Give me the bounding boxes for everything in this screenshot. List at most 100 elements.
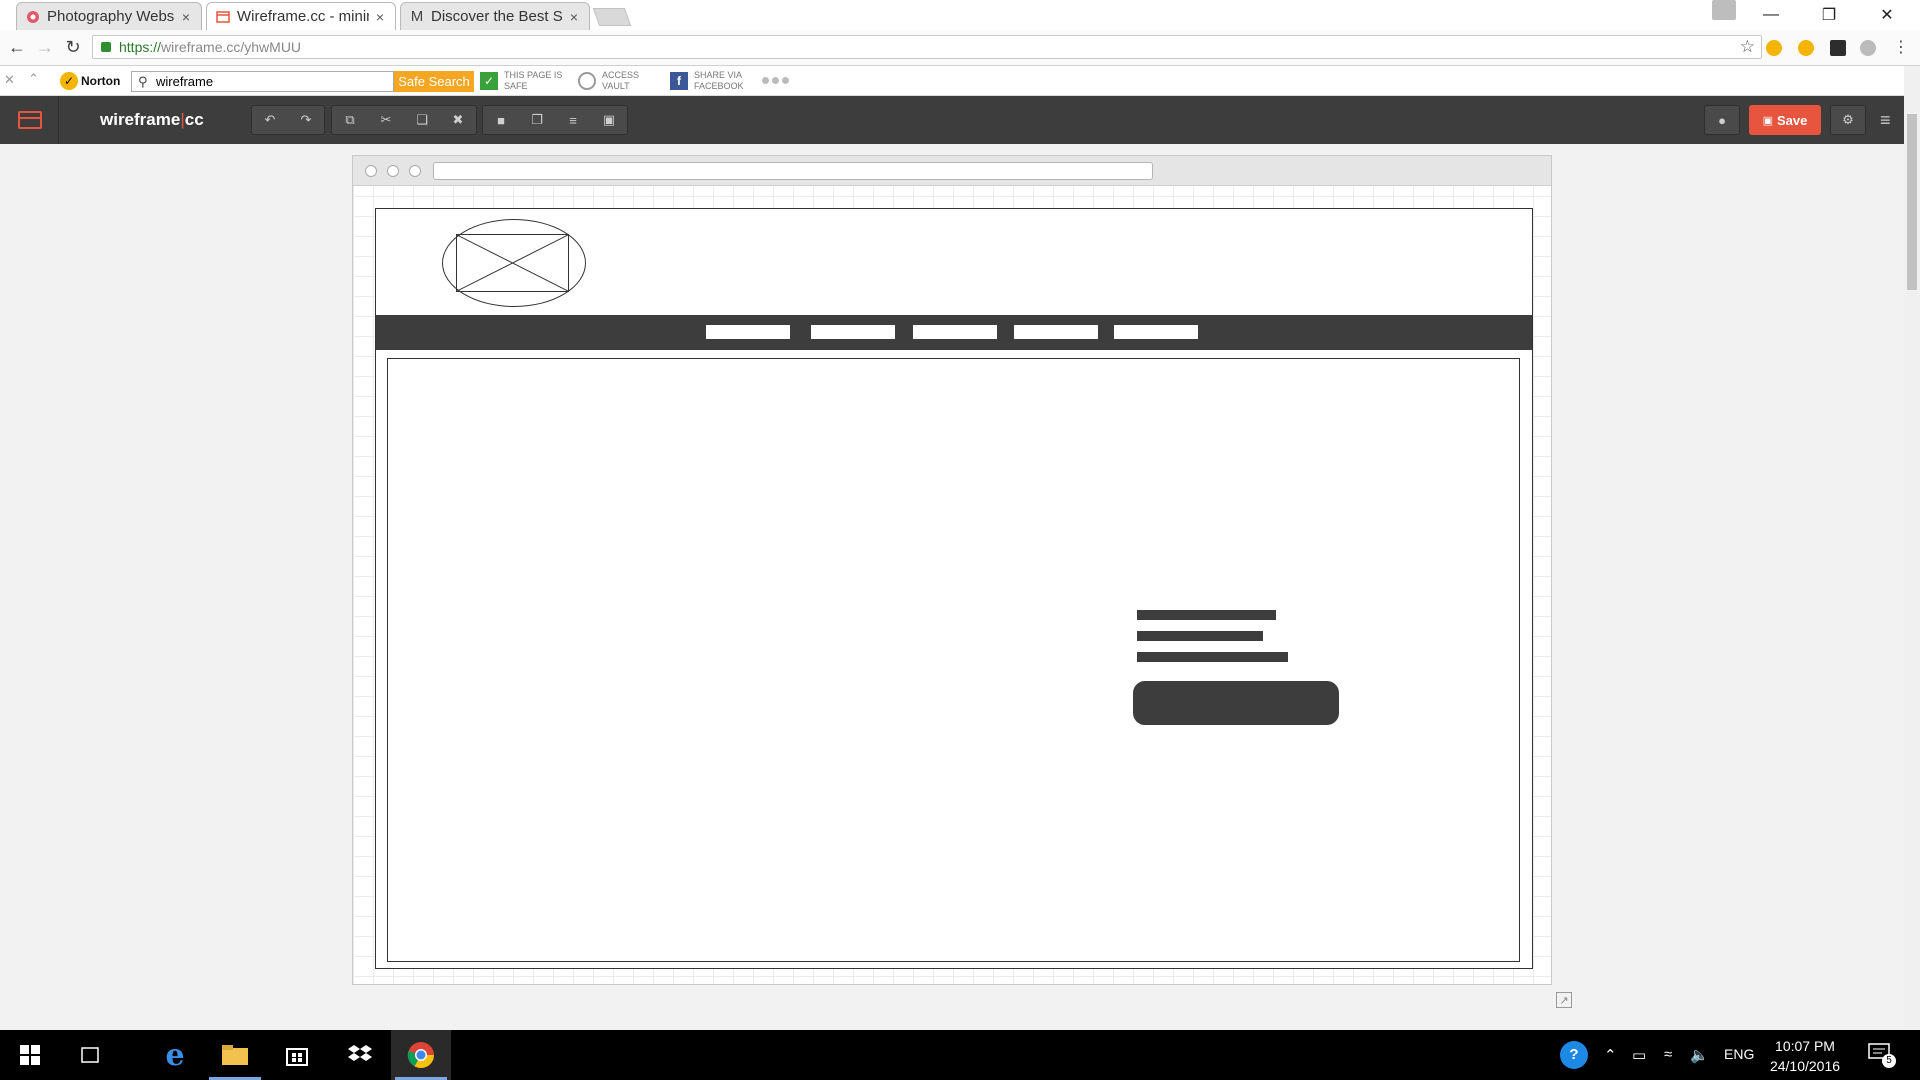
window-dot xyxy=(387,165,399,177)
url-path: wireframe.cc/yhwMUU xyxy=(161,39,302,55)
m-favicon: M xyxy=(410,8,424,25)
norton-check-icon: ✓ xyxy=(60,72,78,90)
close-icon[interactable]: × xyxy=(567,9,581,25)
vertical-scrollbar[interactable] xyxy=(1904,66,1920,1030)
battery-icon[interactable]: ▭ xyxy=(1632,1046,1646,1064)
delete-icon[interactable]: ✖ xyxy=(440,106,476,134)
vault-icon xyxy=(578,72,596,90)
file-explorer-icon[interactable] xyxy=(205,1030,265,1080)
forward-icon[interactable]: → xyxy=(34,36,56,58)
more-options-icon[interactable] xyxy=(762,77,789,84)
frame-url-bar xyxy=(433,162,1153,180)
extension-icon[interactable] xyxy=(1798,40,1814,56)
paste-icon[interactable]: ❏ xyxy=(404,106,440,134)
copy-icon[interactable]: ⧉ xyxy=(332,106,368,134)
frame-titlebar xyxy=(353,156,1551,186)
align-icon[interactable]: ≡ xyxy=(555,106,591,134)
store-icon[interactable] xyxy=(267,1030,327,1080)
tab-discover[interactable]: M Discover the Best Sellers × xyxy=(400,2,590,30)
image-placeholder[interactable] xyxy=(456,234,569,292)
new-tab-button[interactable] xyxy=(592,8,632,26)
language-indicator[interactable]: ENG xyxy=(1724,1046,1754,1062)
help-icon[interactable]: ? xyxy=(1560,1041,1588,1069)
back-icon[interactable]: ← xyxy=(6,36,28,58)
text-line-placeholder[interactable] xyxy=(1137,610,1276,620)
app-menu-icon[interactable] xyxy=(18,111,42,129)
dropbox-icon[interactable] xyxy=(330,1030,390,1080)
content-area[interactable] xyxy=(387,358,1520,962)
wireframe-favicon xyxy=(215,9,231,25)
wireframe-browser-frame[interactable] xyxy=(352,155,1552,985)
comment-icon[interactable]: ● xyxy=(1704,105,1740,135)
window-dot xyxy=(365,165,377,177)
address-bar-row: ← → ↻ https:// wireframe.cc/yhwMUU ☆ ⋮ xyxy=(0,30,1920,66)
edge-icon[interactable]: e xyxy=(145,1030,205,1080)
text-line-placeholder[interactable] xyxy=(1137,652,1288,662)
wireframe-navbar[interactable] xyxy=(376,315,1532,350)
nav-link-placeholder[interactable] xyxy=(1014,325,1098,339)
share-facebook-button[interactable]: f SHARE VIA FACEBOOK xyxy=(670,70,744,92)
norton-logo: ✓ Norton xyxy=(60,72,120,90)
button-placeholder[interactable] xyxy=(1133,681,1339,725)
minimize-icon[interactable]: — xyxy=(1748,0,1794,30)
settings-icon[interactable]: ⚙ xyxy=(1830,105,1866,135)
clock[interactable]: 10:07 PM 24/10/2016 xyxy=(1765,1036,1845,1076)
search-value: wireframe xyxy=(156,74,214,89)
tab-title: Wireframe.cc - minimal wireframing tool xyxy=(237,8,369,25)
date: 24/10/2016 xyxy=(1769,1058,1841,1074)
norton-search-input[interactable]: ⚲ wireframe xyxy=(131,71,394,92)
save-button[interactable]: ▣ Save xyxy=(1749,105,1821,135)
volume-icon[interactable]: 🔈 xyxy=(1690,1046,1709,1064)
lock-icon[interactable]: ■ xyxy=(483,106,519,134)
nav-link-placeholder[interactable] xyxy=(811,325,895,339)
cut-icon[interactable]: ✂ xyxy=(368,106,404,134)
extension-icon[interactable] xyxy=(1860,40,1876,56)
scrollbar-thumb[interactable] xyxy=(1907,114,1917,290)
start-button[interactable] xyxy=(0,1030,60,1080)
lock-icon xyxy=(101,42,111,52)
chevron-up-icon[interactable]: ⌃ xyxy=(1604,1046,1617,1064)
window-dot xyxy=(409,165,421,177)
bookmark-star-icon[interactable]: ☆ xyxy=(1740,37,1755,57)
wireframe-page[interactable] xyxy=(375,208,1533,969)
resize-handle-icon[interactable]: ↗ xyxy=(1556,992,1572,1008)
collapse-icon[interactable]: ⌃ xyxy=(28,71,39,87)
nav-link-placeholder[interactable] xyxy=(1114,325,1198,339)
nav-link-placeholder[interactable] xyxy=(706,325,790,339)
group-icon[interactable]: ▣ xyxy=(591,106,627,134)
norton-extension-icon[interactable] xyxy=(1766,40,1782,56)
safe-check-icon: ✓ xyxy=(480,72,498,90)
close-toolbar-icon[interactable]: ✕ xyxy=(4,72,15,88)
chrome-menu-icon[interactable]: ⋮ xyxy=(1890,36,1912,58)
arrange-toolbar: ■ ❐ ≡ ▣ xyxy=(482,105,628,135)
url-input[interactable]: https:// wireframe.cc/yhwMUU ☆ xyxy=(92,35,1762,59)
task-view-icon[interactable] xyxy=(60,1030,120,1080)
page-safe-indicator[interactable]: ✓ THIS PAGE IS SAFE xyxy=(480,70,562,92)
restore-icon[interactable]: ❐ xyxy=(1806,0,1852,30)
nav-link-placeholder[interactable] xyxy=(913,325,997,339)
time: 10:07 PM xyxy=(1775,1038,1835,1054)
safe-search-button[interactable]: Safe Search xyxy=(394,71,474,92)
photography-favicon xyxy=(25,9,41,25)
reload-icon[interactable]: ↻ xyxy=(62,36,84,58)
chrome-icon[interactable] xyxy=(391,1030,451,1080)
redo-icon[interactable]: ↷ xyxy=(288,106,324,134)
profile-icon[interactable] xyxy=(1712,0,1736,20)
windows-taskbar: e ? ⌃ ▭ ≈ 🔈 ENG 10:07 PM 24/10/2016 5 xyxy=(0,1030,1920,1080)
close-icon[interactable]: × xyxy=(179,9,193,25)
divider xyxy=(58,96,59,144)
wifi-icon[interactable]: ≈ xyxy=(1664,1046,1672,1063)
bring-front-icon[interactable]: ❐ xyxy=(519,106,555,134)
edit-toolbar: ⧉ ✂ ❏ ✖ xyxy=(331,105,477,135)
tab-wireframe[interactable]: Wireframe.cc - minimal wireframing tool … xyxy=(206,2,396,30)
close-icon[interactable]: × xyxy=(373,9,387,25)
browser-tab-strip: Photography Website × Wireframe.cc - min… xyxy=(0,0,1920,30)
undo-icon[interactable]: ↶ xyxy=(252,106,288,134)
window-close-icon[interactable]: ✕ xyxy=(1864,0,1910,30)
extension-icon[interactable] xyxy=(1830,40,1846,56)
text-line-placeholder[interactable] xyxy=(1137,631,1263,641)
menu-icon[interactable]: ≡ xyxy=(1880,110,1891,131)
access-vault-button[interactable]: ACCESS VAULT xyxy=(578,70,639,92)
notifications-icon[interactable]: 5 xyxy=(1868,1042,1896,1068)
tab-photography[interactable]: Photography Website × xyxy=(16,2,202,30)
